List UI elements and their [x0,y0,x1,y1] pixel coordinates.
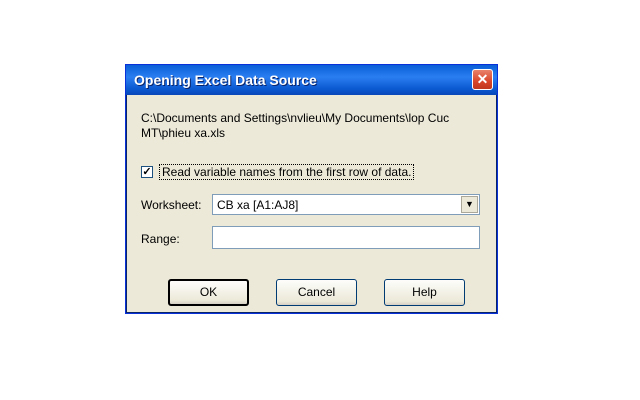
ok-button[interactable]: OK [168,279,249,306]
worksheet-selected-value: CB xa [A1:AJ8] [217,198,299,212]
range-label: Range: [141,232,180,246]
range-input[interactable] [212,226,480,249]
read-variable-names-checkbox[interactable]: ✓ [141,166,153,178]
excel-data-source-dialog: Opening Excel Data Source ✕ C:\Documents… [125,64,498,314]
file-path: C:\Documents and Settings\nvlieu\My Docu… [141,111,476,141]
cancel-button[interactable]: Cancel [276,279,357,306]
dialog-title: Opening Excel Data Source [134,72,317,88]
worksheet-dropdown[interactable]: CB xa [A1:AJ8] ▼ [212,194,480,215]
chevron-down-icon[interactable]: ▼ [461,196,478,213]
help-button[interactable]: Help [384,279,465,306]
dialog-titlebar[interactable]: Opening Excel Data Source ✕ [126,65,497,95]
worksheet-label: Worksheet: [141,198,202,212]
read-variable-names-label[interactable]: Read variable names from the first row o… [159,164,415,180]
file-path-line-2: MT\phieu xa.xls [141,126,226,140]
file-path-line-1: C:\Documents and Settings\nvlieu\My Docu… [141,111,450,125]
close-icon[interactable]: ✕ [472,69,493,90]
